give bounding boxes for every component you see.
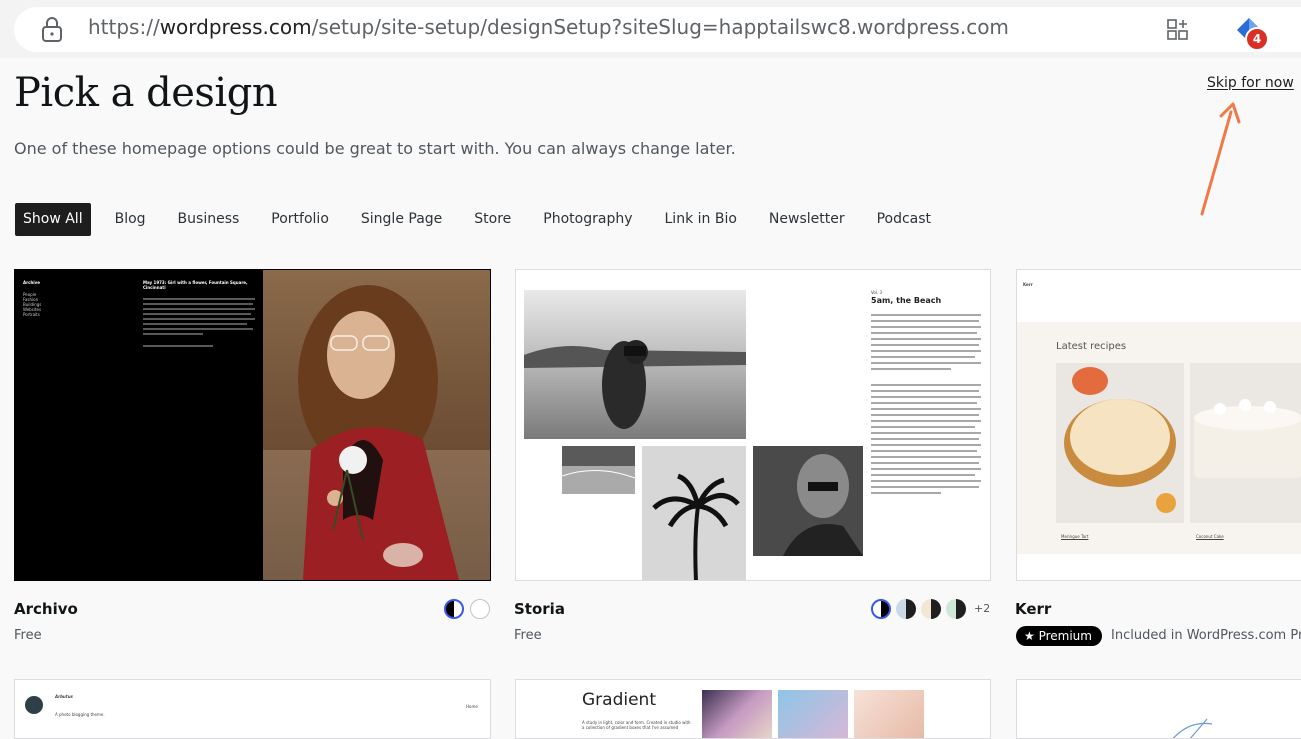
preview-photo-seascape bbox=[562, 446, 635, 494]
browser-toolbar: https://wordpress.com/setup/site-setup/d… bbox=[0, 0, 1301, 58]
design-price-archivo: Free bbox=[14, 628, 42, 643]
url-text[interactable]: https://wordpress.com/setup/site-setup/d… bbox=[88, 15, 1009, 39]
premium-badge: ★ Premium bbox=[1016, 626, 1102, 646]
preview-item-label: Meringue Tart bbox=[1061, 534, 1089, 539]
style-variation-swatch[interactable] bbox=[871, 599, 891, 619]
preview-description: A study in light, color and form. Create… bbox=[582, 720, 691, 730]
category-single-page[interactable]: Single Page bbox=[345, 203, 458, 236]
style-variation-swatch[interactable] bbox=[896, 599, 916, 619]
category-portfolio[interactable]: Portfolio bbox=[255, 203, 345, 236]
preview-photo-coconut-cake bbox=[1190, 363, 1301, 523]
page-subtitle: One of these homepage options could be g… bbox=[14, 139, 736, 158]
preview-photo-girl bbox=[263, 270, 490, 580]
preview-nav-item: Portraits bbox=[23, 312, 40, 317]
preview-section-title: Latest recipes bbox=[1056, 341, 1127, 352]
design-card-gradient[interactable]: Gradient A study in light, color and for… bbox=[515, 679, 991, 739]
plan-note: Included in WordPress.com Pr bbox=[1111, 628, 1301, 643]
category-link-in-bio[interactable]: Link in Bio bbox=[649, 203, 753, 236]
design-card-kerr[interactable]: Kerr Latest recipes Meringue Tart Coconu… bbox=[1016, 269, 1301, 581]
preview-photo-meringue-tart bbox=[1056, 363, 1184, 523]
preview-nav-home: Home bbox=[466, 704, 478, 709]
preview-text-lines bbox=[871, 314, 981, 494]
preview-item-label: Coconut Cake bbox=[1196, 534, 1224, 539]
category-show-all[interactable]: Show All bbox=[15, 203, 91, 236]
preview-text-lines bbox=[143, 298, 255, 347]
category-blog[interactable]: Blog bbox=[99, 203, 162, 236]
preview-site-title: Arbutus bbox=[55, 694, 73, 699]
design-name-archivo[interactable]: Archivo bbox=[14, 600, 78, 618]
preview-photo-palm bbox=[642, 446, 746, 580]
category-store[interactable]: Store bbox=[458, 203, 527, 236]
page-title: Pick a design bbox=[14, 70, 278, 116]
preview-brand: Kerr bbox=[1023, 282, 1033, 287]
category-filter: Show All Blog Business Portfolio Single … bbox=[15, 203, 947, 236]
category-photography[interactable]: Photography bbox=[527, 203, 648, 236]
preview-kicker: Vol. 3 bbox=[871, 290, 883, 295]
preview-tagline: A photo blogging theme. bbox=[55, 712, 105, 717]
skip-for-now-link[interactable]: Skip for now bbox=[1207, 75, 1294, 91]
style-variation-swatch[interactable] bbox=[470, 599, 490, 619]
style-variation-swatch[interactable] bbox=[444, 599, 464, 619]
preview-nav-title: Archive bbox=[23, 280, 40, 285]
add-to-collection-icon[interactable] bbox=[1166, 18, 1190, 42]
design-name-kerr[interactable]: Kerr bbox=[1015, 600, 1051, 618]
avatar bbox=[25, 696, 43, 714]
preview-site-title: Gradient bbox=[582, 690, 656, 710]
design-card-storia[interactable]: Vol. 3 5am, the Beach bbox=[515, 269, 991, 581]
design-price-storia: Free bbox=[514, 628, 542, 643]
category-business[interactable]: Business bbox=[162, 203, 256, 236]
preview-illustration bbox=[1172, 718, 1213, 738]
category-newsletter[interactable]: Newsletter bbox=[753, 203, 861, 236]
design-card-archivo[interactable]: Archive People Fashion Buildings Website… bbox=[14, 269, 491, 581]
style-variation-swatch[interactable] bbox=[921, 599, 941, 619]
design-name-storia[interactable]: Storia bbox=[514, 600, 565, 618]
preview-headline: May 1973: Girl with a flower, Fountain S… bbox=[143, 280, 248, 290]
annotation-arrow-icon bbox=[1200, 102, 1241, 216]
design-card-arbutus[interactable]: Arbutus A photo blogging theme. Home bbox=[14, 679, 491, 739]
notification-badge: 4 bbox=[1245, 27, 1269, 51]
design-card-partial[interactable] bbox=[1016, 679, 1301, 739]
preview-photo-woman-car bbox=[753, 446, 863, 556]
more-styles-count[interactable]: +2 bbox=[974, 602, 990, 615]
lock-icon[interactable] bbox=[40, 17, 64, 43]
style-variation-swatch[interactable] bbox=[946, 599, 966, 619]
preview-photo-binoculars bbox=[524, 290, 746, 439]
preview-headline: 5am, the Beach bbox=[871, 296, 942, 305]
category-podcast[interactable]: Podcast bbox=[861, 203, 947, 236]
